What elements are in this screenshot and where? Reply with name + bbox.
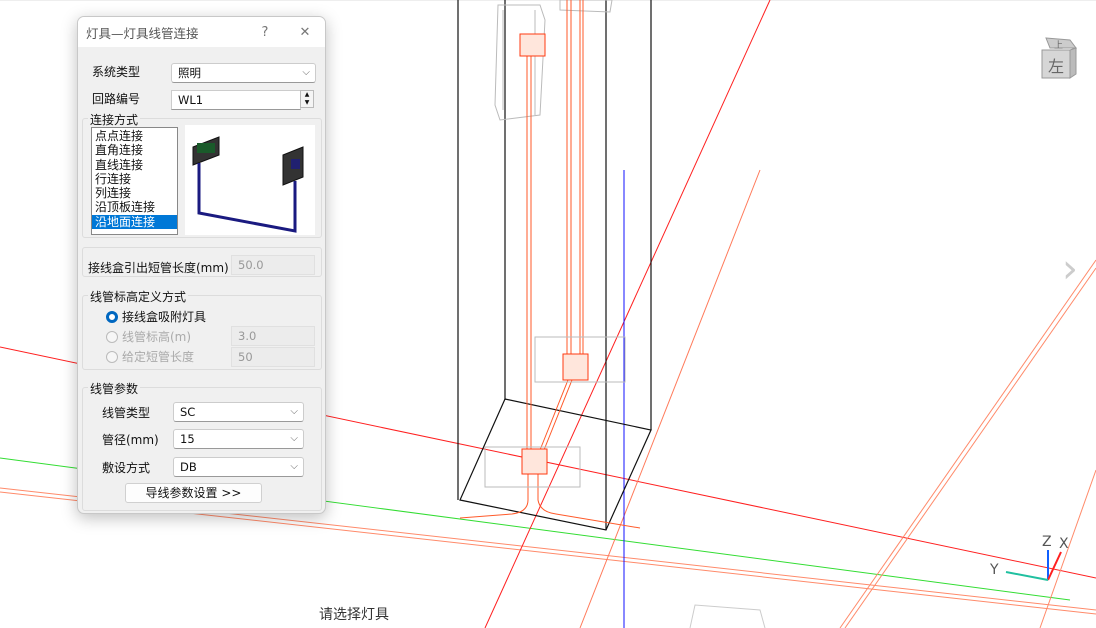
diameter-label: 管径(mm) [102,433,159,447]
junction-boxes [519,33,589,475]
axis-gizmo: Z X Y [989,534,1069,581]
conduit-type-value: SC [180,405,196,419]
system-type-value: 照明 [178,66,201,80]
circuit-no-value: WL1 [178,93,204,107]
system-type-label: 系统类型 [92,65,141,79]
circuit-no-input[interactable]: WL1 [171,90,301,110]
view-cube-front: 左 [1048,57,1064,76]
help-button[interactable]: ? [245,25,285,40]
radio-label: 接线盒吸附灯具 [122,310,207,324]
bottom-object [689,604,766,628]
chevron-right-icon[interactable]: › [1062,246,1078,292]
luminaire-top [494,0,613,121]
radio-conduit-elevation[interactable]: 线管标高(m) [106,328,191,345]
axis-x-label: X [1059,536,1069,552]
laying-label: 敷设方式 [102,461,151,475]
view-cube[interactable]: 上 左 [1040,36,1080,83]
circuit-no-spinner[interactable]: ▲ ▼ [300,90,314,108]
axis-z-label: Z [1042,534,1052,550]
close-button[interactable]: ✕ [285,25,325,40]
chevron-down-icon: ⌵ [302,67,310,78]
lamp-conduit-dialog: 灯具—灯具线管连接 ? ✕ 系统类型 照明 ⌵ 回路编号 WL1 ▲ ▼ 连接方式 … [77,16,326,514]
list-item[interactable]: 列连接 [92,186,177,200]
laying-value: DB [180,460,197,474]
chevron-down-icon: ⌵ [290,461,298,472]
diameter-value: 15 [180,432,195,446]
stub-length-label: 接线盒引出短管长度(mm) [88,261,229,275]
radio-unchecked-icon [106,350,118,363]
circuit-no-label: 回路编号 [92,92,141,106]
radio-checked-icon [106,310,118,323]
stub-length-input[interactable]: 50.0 [231,255,315,275]
conduits [459,0,641,529]
radio-label: 线管标高(m) [122,330,192,344]
radio-attach-lamp[interactable]: 接线盒吸附灯具 [106,308,206,325]
chevron-down-icon: ⌵ [290,433,298,444]
system-type-select[interactable]: 照明 ⌵ [171,63,316,83]
dialog-title: 灯具—灯具线管连接 [86,25,199,41]
conduit-type-label: 线管类型 [102,406,151,420]
diameter-select[interactable]: 15 ⌵ [173,429,304,449]
connection-group-title: 连接方式 [88,111,141,128]
list-item-selected[interactable]: 沿地面连接 [92,214,177,230]
conduit-type-select[interactable]: SC ⌵ [173,402,304,422]
stub-length-value-input[interactable]: 50 [231,347,315,367]
list-item[interactable]: 沿顶板连接 [92,200,177,214]
wire-settings-button[interactable]: 导线参数设置 >> [125,483,262,503]
elevation-group-title: 线管标高定义方式 [88,288,189,305]
list-item[interactable]: 直角连接 [92,143,177,157]
dialog-titlebar: 灯具—灯具线管连接 ? ✕ [78,17,325,47]
conduit-group-title: 线管参数 [88,380,141,397]
laying-select[interactable]: DB ⌵ [173,457,304,477]
list-item[interactable]: 点点连接 [92,129,177,143]
list-item[interactable]: 行连接 [92,172,177,186]
axis-y-label: Y [989,562,999,578]
radio-stub-length[interactable]: 给定短管长度 [106,348,194,365]
list-item[interactable]: 直线连接 [92,158,177,172]
command-prompt: 请选择灯具 [319,607,389,623]
conduit-elevation-input[interactable]: 3.0 [231,326,315,346]
column-wireframe [457,0,652,531]
view-cube-top: 上 [1054,40,1063,51]
radio-label: 给定短管长度 [122,350,195,364]
connection-preview-image [185,125,315,235]
radio-unchecked-icon [106,330,118,343]
connection-listbox[interactable]: 点点连接 直角连接 直线连接 行连接 列连接 沿顶板连接 沿地面连接 [91,127,178,235]
chevron-down-icon: ⌵ [290,406,298,417]
